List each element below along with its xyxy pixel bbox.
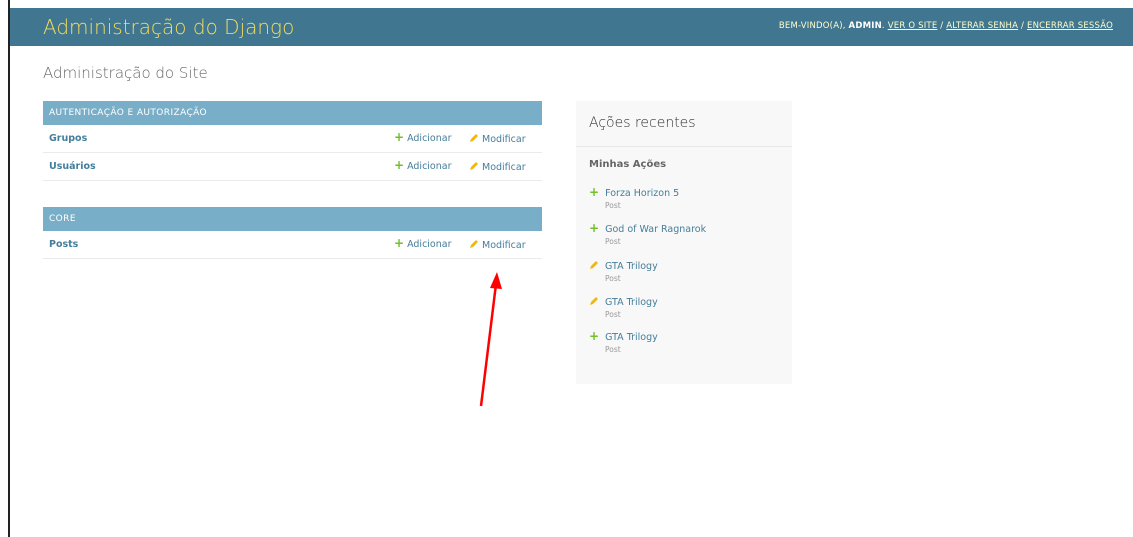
plus-icon: + [589,221,600,235]
list-item: + God of War Ragnarok Post [589,221,707,246]
change-label: Modificar [482,134,526,145]
plus-icon: + [589,329,600,343]
add-label: Adicionar [407,161,452,172]
action-name: God of War Ragnarok [605,224,707,235]
model-link-posts[interactable]: Posts [49,239,78,250]
model-link-usuarios[interactable]: Usuários [49,161,96,172]
add-label: Adicionar [407,133,452,144]
app-module-core: CORE Posts + Adicionar Modificar [43,207,542,259]
table-row: Usuários + Adicionar Modificar [43,153,542,181]
pencil-icon [590,261,598,269]
change-button[interactable]: Modificar [469,239,526,251]
list-item: GTA Trilogy Post [589,260,658,283]
plus-icon: + [394,130,405,144]
app-caption[interactable]: CORE [43,207,542,231]
plus-icon: + [394,158,405,172]
list-item: GTA Trilogy Post [589,296,658,319]
action-name: GTA Trilogy [605,261,658,272]
change-label: Modificar [482,162,526,173]
welcome-text: BEM-VINDO(A), [778,21,846,31]
action-name: GTA Trilogy [605,297,658,308]
app-caption[interactable]: AUTENTICAÇÃO E AUTORIZAÇÃO [43,101,542,125]
change-button[interactable]: Modificar [469,133,526,145]
action-link[interactable]: + God of War Ragnarok [589,221,707,235]
plus-icon: + [589,185,600,199]
action-name: Forza Horizon 5 [605,188,680,199]
change-label: Modificar [482,240,526,251]
annotation-arrow-icon [479,272,502,407]
change-button[interactable]: Modificar [469,161,526,173]
action-type: Post [605,310,621,319]
header-bar: Administração do Django BEM-VINDO(A), AD… [10,8,1133,46]
list-item: + GTA Trilogy Post [589,329,658,354]
pencil-icon [470,134,478,142]
action-link[interactable]: GTA Trilogy [589,260,658,272]
add-button[interactable]: + Adicionar [394,130,452,144]
model-link-grupos[interactable]: Grupos [49,133,87,144]
view-site-link[interactable]: VER O SITE [888,21,938,31]
add-button[interactable]: + Adicionar [394,236,452,250]
table-row: Posts + Adicionar Modificar [43,231,542,259]
recent-actions-title: Ações recentes [589,115,696,131]
pencil-icon [470,240,478,248]
pencil-icon [470,162,478,170]
my-actions-heading: Minhas Ações [589,159,667,170]
window-left-border [0,0,10,537]
action-type: Post [605,237,621,246]
table-row: Grupos + Adicionar Modificar [43,125,542,153]
action-type: Post [605,345,621,354]
list-item: + Forza Horizon 5 Post [589,185,680,210]
recent-actions-panel: Ações recentes Minhas Ações + Forza Hori… [576,101,792,384]
action-name: GTA Trilogy [605,332,658,343]
action-type: Post [605,201,621,210]
app-module-auth: AUTENTICAÇÃO E AUTORIZAÇÃO Grupos + Adici… [43,101,542,181]
action-link[interactable]: + Forza Horizon 5 [589,185,680,199]
page-title: Administração do Site [43,64,208,82]
user-tools: BEM-VINDO(A), ADMIN. VER O SITE / ALTERA… [778,21,1113,31]
divider [576,146,792,147]
username: ADMIN [848,21,882,31]
plus-icon: + [394,236,405,250]
change-password-link[interactable]: ALTERAR SENHA [946,21,1018,31]
pencil-icon [590,297,598,305]
add-label: Adicionar [407,239,452,250]
action-link[interactable]: GTA Trilogy [589,296,658,308]
logout-link[interactable]: ENCERRAR SESSÃO [1027,21,1113,31]
add-button[interactable]: + Adicionar [394,158,452,172]
site-brand[interactable]: Administração do Django [43,15,294,39]
action-link[interactable]: + GTA Trilogy [589,329,658,343]
action-type: Post [605,274,621,283]
